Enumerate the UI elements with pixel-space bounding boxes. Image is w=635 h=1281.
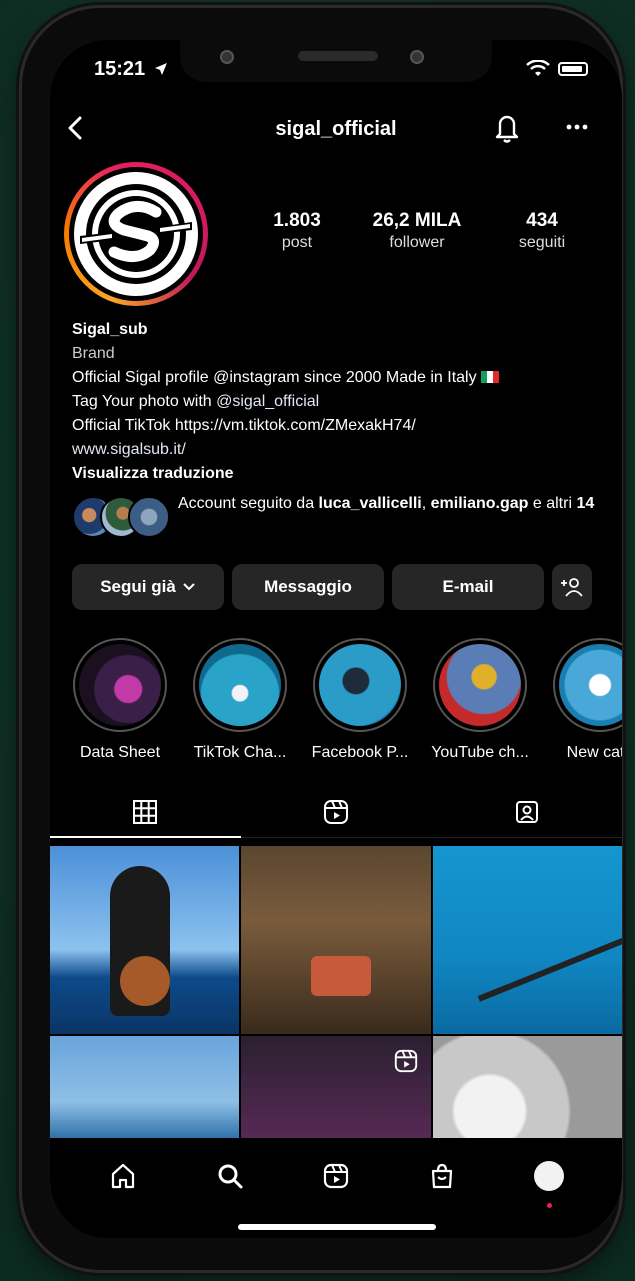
highlight-item[interactable]: New cata [540,638,622,768]
nav-search[interactable] [210,1156,250,1196]
page-title: sigal_official [275,118,397,140]
sensor-dot [220,50,234,64]
translate-link[interactable]: Visualizza traduzione [72,462,602,486]
italy-flag-icon [480,371,499,383]
mention-link[interactable]: @sigal_official [216,393,319,410]
highlight-cover [319,644,401,726]
profile-avatar-ring[interactable] [64,162,208,306]
bio-text: Official Sigal profile @instagram since … [72,369,477,386]
profile-stats: 1.803 post 26,2 MILA follower 434 seguit… [262,210,582,252]
highlight-label: New cata [566,744,622,761]
highlight-label: Facebook P... [311,744,409,761]
stat-posts[interactable]: 1.803 post [262,210,332,252]
tab-tagged[interactable] [431,786,622,837]
battery-icon [558,62,588,76]
nav-reels[interactable] [316,1156,356,1196]
sigal-logo [80,184,192,284]
message-label: Messaggio [264,577,352,596]
website-link[interactable]: www.sigalsub.it/ [72,438,602,462]
more-options-icon[interactable] [564,114,590,140]
following-button[interactable]: Segui già [72,564,224,610]
reels-badge-icon [394,1049,417,1073]
followed-mid: e altri [528,495,577,512]
status-time: 15:21 [94,58,146,80]
post-thumbnail[interactable] [241,846,431,1034]
mutual-count: 14 [576,495,595,512]
profile-tabs [50,786,622,838]
bio-text: Tag Your photo with [72,393,217,410]
screen: 15:21 sigal_official 1.803 post 26,2 MIL… [50,40,622,1238]
highlight-item[interactable]: Facebook P... [300,638,420,768]
email-label: E-mail [442,577,494,596]
speaker-grill [298,51,378,61]
nav-shop[interactable] [422,1156,462,1196]
wifi-icon [526,60,550,76]
notification-dot [546,1203,552,1208]
following-label: Segui già [100,577,176,596]
message-button[interactable]: Messaggio [232,564,384,610]
tab-posts[interactable] [50,786,241,838]
followed-by[interactable]: Account seguito da luca_vallicelli, emil… [72,492,612,542]
bio-line: Official Sigal profile @instagram since … [72,366,602,390]
followed-by-text: Account seguito da luca_vallicelli, emil… [178,492,606,516]
mutual-avatars [72,496,170,538]
profile-header: sigal_official [50,110,622,150]
highlight-cover [559,644,622,726]
bottom-navigation [50,1138,622,1238]
chevron-down-icon [183,583,195,591]
camera-dot [410,50,424,64]
profile-actions: Segui già Messaggio E-mail [72,564,600,610]
story-highlights: Data Sheet TikTok Cha... Facebook P... Y… [60,638,622,768]
post-thumbnail[interactable] [50,846,240,1034]
bell-icon[interactable] [492,110,522,144]
bio-line: Official TikTok https://vm.tiktok.com/ZM… [72,417,416,434]
highlight-item[interactable]: TikTok Cha... [180,638,300,768]
highlight-cover [79,644,161,726]
stat-value: 26,2 MILA [372,210,462,231]
add-person-icon [561,578,583,597]
stat-value: 434 [526,210,558,231]
stat-label: seguiti [518,234,566,251]
email-button[interactable]: E-mail [392,564,544,610]
home-icon [112,1163,135,1189]
stat-label: post [281,234,313,251]
reels-icon [324,799,348,824]
shop-icon [432,1163,453,1189]
profile-category: Brand [72,345,115,362]
highlight-cover [439,644,521,726]
tab-reels[interactable] [241,786,432,837]
reels-icon [323,1163,349,1189]
followed-prefix: Account seguito da [178,495,319,512]
location-arrow-icon [154,62,168,81]
bio-line: Tag Your photo with @sigal_official [72,390,602,414]
followed-separator: , [421,495,431,512]
profile-avatar [69,167,203,301]
mutual-username[interactable]: emiliano.gap [431,495,529,512]
profile-bio: Sigal_sub Brand Official Sigal profile @… [72,318,602,486]
tagged-icon [515,800,538,823]
highlight-label: Data Sheet [79,744,161,761]
notch [180,40,492,82]
suggested-users-button[interactable] [552,564,592,610]
nav-home[interactable] [103,1156,143,1196]
post-thumbnail[interactable] [432,846,622,1034]
profile-name: Sigal_sub [72,321,148,338]
search-icon [218,1164,243,1189]
stat-followers[interactable]: 26,2 MILA follower [342,210,492,252]
highlight-item[interactable]: YouTube ch... [420,638,540,768]
stat-label: follower [389,234,445,251]
profile-avatar-small [533,1161,564,1191]
nav-profile[interactable] [529,1156,569,1208]
highlight-label: YouTube ch... [431,744,529,761]
stat-value: 1.803 [273,210,321,231]
mutual-username[interactable]: luca_vallicelli [319,495,422,512]
grid-icon [133,799,158,824]
highlight-cover [199,644,281,726]
highlight-label: TikTok Cha... [193,744,287,761]
highlight-item[interactable]: Data Sheet [60,638,180,768]
mutual-avatar [128,496,170,538]
stat-following[interactable]: 434 seguiti [502,210,582,252]
home-indicator[interactable] [238,1224,436,1230]
